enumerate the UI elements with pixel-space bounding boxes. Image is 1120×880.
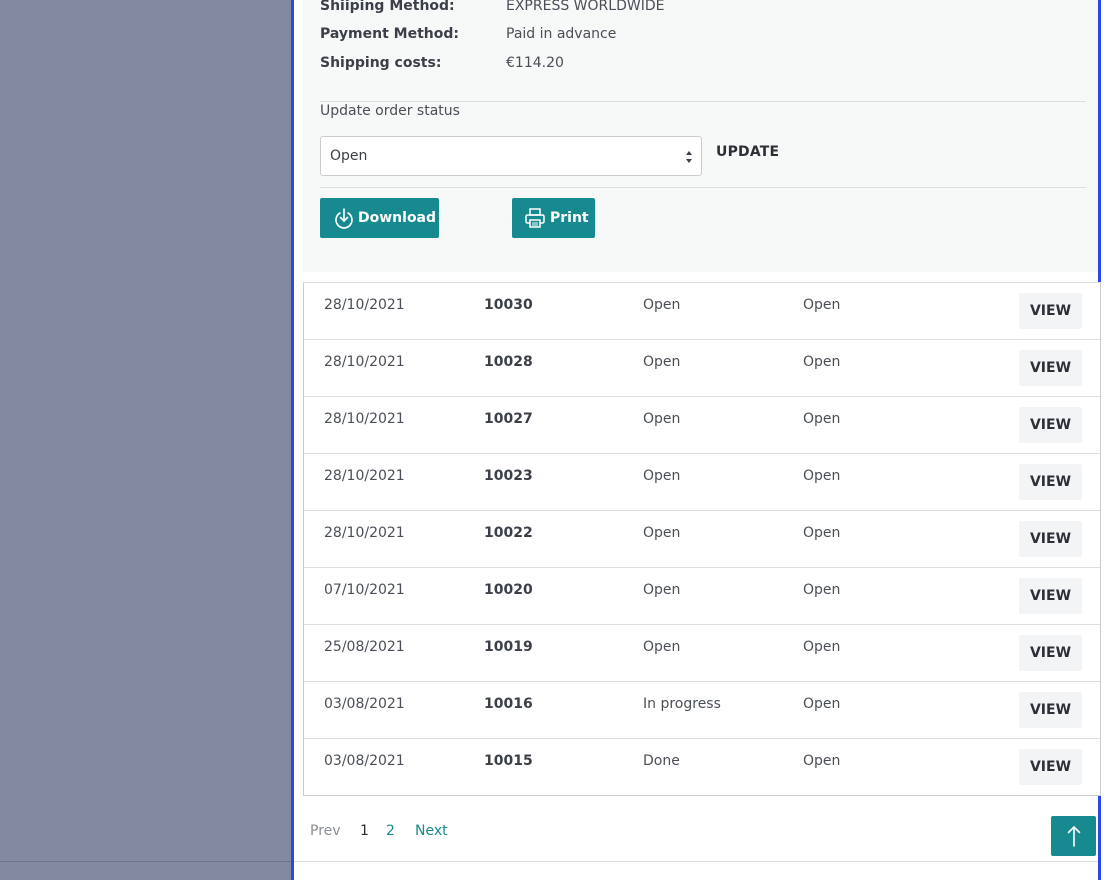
table-row: 28/10/2021 10030 Open Open VIEW	[304, 283, 1100, 340]
table-row: 07/10/2021 10020 Open Open VIEW	[304, 568, 1100, 625]
order-id: 10022	[484, 525, 533, 541]
view-button[interactable]: VIEW	[1019, 749, 1082, 785]
update-status-label: Update order status	[320, 103, 460, 119]
divider	[320, 187, 1086, 188]
order-panel: Shiiping Method: EXPRESS WORLDWIDE Payme…	[291, 0, 1101, 880]
order-date: 28/10/2021	[324, 297, 405, 313]
order-status-select[interactable]: Open	[320, 136, 702, 176]
order-date: 03/08/2021	[324, 753, 405, 769]
view-button[interactable]: VIEW	[1019, 692, 1082, 728]
order-status-value: Open	[330, 148, 368, 164]
arrow-up-icon	[1067, 826, 1080, 847]
select-arrows-icon	[686, 151, 692, 163]
table-row: 28/10/2021 10022 Open Open VIEW	[304, 511, 1100, 568]
download-icon	[335, 208, 353, 229]
order-id: 10023	[484, 468, 533, 484]
update-button[interactable]: UPDATE	[716, 144, 779, 160]
footer-divider	[294, 861, 1098, 862]
download-label: Download	[358, 210, 437, 226]
order-details: Shiiping Method: EXPRESS WORLDWIDE Payme…	[303, 0, 1098, 272]
view-button[interactable]: VIEW	[1019, 635, 1082, 671]
view-button[interactable]: VIEW	[1019, 407, 1082, 443]
order-status: Open	[643, 411, 681, 427]
pagination-prev[interactable]: Prev	[310, 821, 341, 841]
print-label: Print	[550, 210, 589, 226]
table-row: 03/08/2021 10016 In progress Open VIEW	[304, 682, 1100, 739]
table-row: 03/08/2021 10015 Done Open VIEW	[304, 739, 1100, 796]
order-date: 28/10/2021	[324, 468, 405, 484]
divider	[320, 101, 1086, 102]
payment-status: Open	[803, 753, 841, 769]
pagination-page-2[interactable]: 2	[386, 821, 395, 841]
order-status: Open	[643, 297, 681, 313]
payment-status: Open	[803, 297, 841, 313]
order-id: 10015	[484, 753, 533, 769]
order-date: 28/10/2021	[324, 525, 405, 541]
scroll-to-top-button[interactable]	[1051, 816, 1096, 856]
view-button[interactable]: VIEW	[1019, 578, 1082, 614]
table-row: 28/10/2021 10023 Open Open VIEW	[304, 454, 1100, 511]
print-button[interactable]: Print	[512, 198, 595, 238]
order-status: Open	[643, 639, 681, 655]
payment-status: Open	[803, 696, 841, 712]
detail-value: EXPRESS WORLDWIDE	[506, 0, 665, 14]
order-status: Done	[643, 753, 680, 769]
pagination-next[interactable]: Next	[415, 821, 448, 841]
table-row: 25/08/2021 10019 Open Open VIEW	[304, 625, 1100, 682]
download-button[interactable]: Download	[320, 198, 439, 238]
order-date: 07/10/2021	[324, 582, 405, 598]
order-status: Open	[643, 468, 681, 484]
detail-label: Payment Method:	[320, 26, 459, 42]
orders-table: 28/10/2021 10030 Open Open VIEW 28/10/20…	[303, 282, 1101, 796]
detail-label: Shiiping Method:	[320, 0, 455, 14]
payment-status: Open	[803, 525, 841, 541]
order-status: Open	[643, 525, 681, 541]
order-status: Open	[643, 354, 681, 370]
detail-label: Shipping costs:	[320, 55, 442, 71]
view-button[interactable]: VIEW	[1019, 350, 1082, 386]
pagination-page-1[interactable]: 1	[360, 821, 369, 841]
view-button[interactable]: VIEW	[1019, 521, 1082, 557]
order-id: 10016	[484, 696, 533, 712]
order-date: 03/08/2021	[324, 696, 405, 712]
order-id: 10027	[484, 411, 533, 427]
payment-status: Open	[803, 468, 841, 484]
view-button[interactable]: VIEW	[1019, 464, 1082, 500]
table-row: 28/10/2021 10028 Open Open VIEW	[304, 340, 1100, 397]
page-backdrop	[0, 0, 291, 880]
detail-value: €114.20	[506, 55, 564, 71]
detail-value: Paid in advance	[506, 26, 617, 42]
order-id: 10020	[484, 582, 533, 598]
payment-status: Open	[803, 582, 841, 598]
printer-icon	[525, 208, 545, 228]
order-id: 10030	[484, 297, 533, 313]
order-status: Open	[643, 582, 681, 598]
order-date: 25/08/2021	[324, 639, 405, 655]
order-date: 28/10/2021	[324, 411, 405, 427]
payment-status: Open	[803, 411, 841, 427]
order-status: In progress	[643, 696, 721, 712]
backdrop-divider	[0, 861, 291, 862]
order-id: 10019	[484, 639, 533, 655]
order-date: 28/10/2021	[324, 354, 405, 370]
view-button[interactable]: VIEW	[1019, 293, 1082, 329]
payment-status: Open	[803, 354, 841, 370]
table-row: 28/10/2021 10027 Open Open VIEW	[304, 397, 1100, 454]
page-right-margin	[1101, 0, 1120, 880]
payment-status: Open	[803, 639, 841, 655]
order-id: 10028	[484, 354, 533, 370]
